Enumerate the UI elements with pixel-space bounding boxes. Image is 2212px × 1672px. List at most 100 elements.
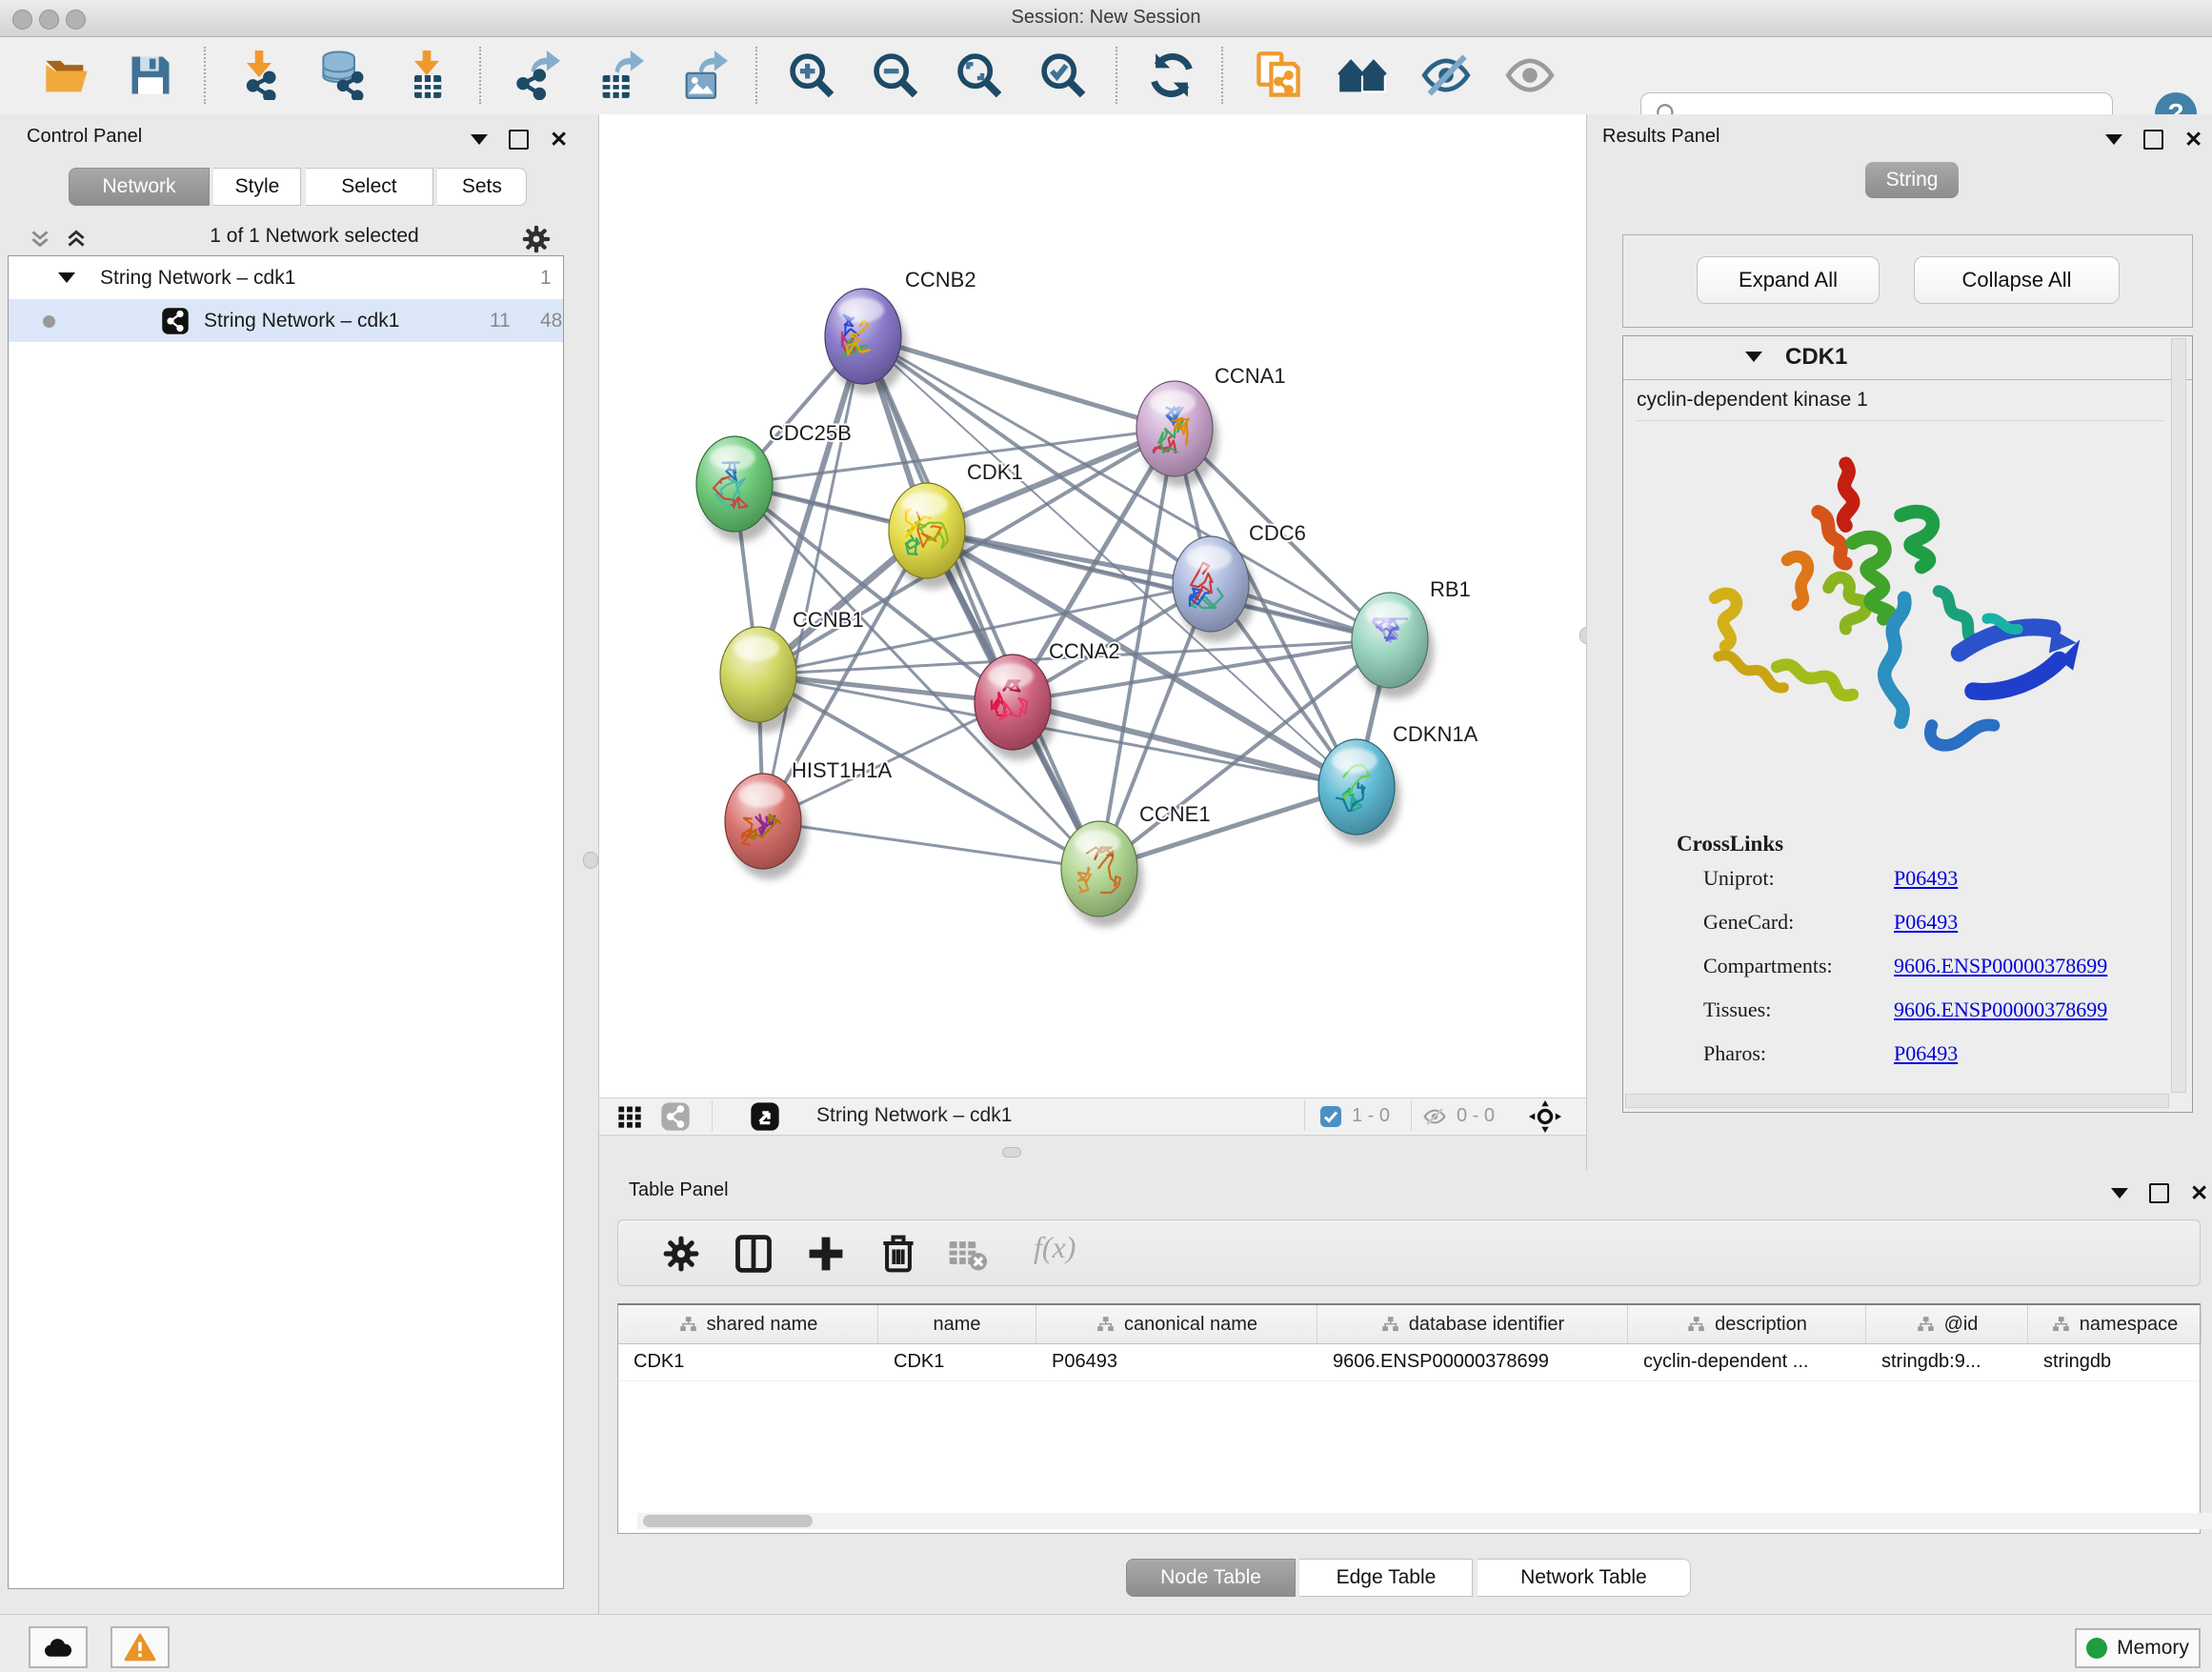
network-list-toolbar: 1 of 1 Network selected (0, 221, 572, 255)
results-horizontal-scrollbar[interactable] (1625, 1094, 2169, 1108)
zoom-in-icon[interactable] (787, 50, 836, 100)
crosslink-label: GeneCard: (1703, 910, 1894, 935)
first-neighbors-icon[interactable] (1337, 50, 1387, 100)
toolbar-separator (479, 47, 481, 104)
column-header-name[interactable]: name (878, 1305, 1036, 1343)
tab-style[interactable]: Style (213, 168, 301, 206)
crosslinks-section: CrossLinks Uniprot:P06493GeneCard:P06493… (1677, 832, 2107, 1085)
import-table-icon[interactable] (402, 50, 452, 100)
tab-network[interactable]: Network (69, 168, 210, 206)
tab-string[interactable]: String (1865, 162, 1959, 198)
table-cell[interactable]: CDK1 (618, 1344, 878, 1380)
node-label-CCNA1: CCNA1 (1215, 364, 1286, 388)
zoom-fit-icon[interactable] (955, 50, 1004, 100)
crosslink-link[interactable]: P06493 (1894, 1041, 1958, 1066)
network-row[interactable]: String Network – cdk1 11 48 (9, 299, 563, 342)
table-cell[interactable]: stringdb (2028, 1344, 2202, 1380)
tab-network-table[interactable]: Network Table (1478, 1559, 1691, 1597)
close-panel-icon[interactable]: ✕ (550, 131, 568, 148)
delete-table-icon[interactable] (946, 1233, 988, 1275)
add-column-icon[interactable] (805, 1233, 847, 1275)
table-cell[interactable]: stringdb:9... (1866, 1344, 2028, 1380)
column-label: @id (1944, 1314, 1979, 1336)
column-header-sharedname[interactable]: shared name (618, 1305, 878, 1343)
network-options-gear-icon[interactable] (520, 223, 553, 255)
float-panel-icon[interactable] (2111, 1188, 2128, 1199)
table-header-row[interactable]: shared namenamecanonical namedatabase id… (618, 1305, 2200, 1344)
import-database-icon[interactable] (318, 50, 368, 100)
crosslinks-title: CrossLinks (1677, 832, 2107, 856)
tab-node-table[interactable]: Node Table (1126, 1559, 1296, 1597)
collapse-section-icon[interactable] (1745, 352, 1762, 362)
collapse-all-button[interactable]: Collapse All (1914, 256, 2120, 304)
collection-expand-icon[interactable] (58, 272, 75, 283)
export-image-icon[interactable] (678, 50, 728, 100)
function-builder-icon[interactable]: f(x) (1034, 1230, 1076, 1265)
crosslink-link[interactable]: P06493 (1894, 910, 1958, 935)
save-session-icon[interactable] (126, 50, 175, 100)
apply-layout-icon[interactable] (1147, 50, 1196, 100)
results-vertical-scrollbar[interactable] (2171, 338, 2186, 1093)
column-header-databaseidentifier[interactable]: database identifier (1317, 1305, 1628, 1343)
memory-button[interactable]: Memory (2075, 1628, 2201, 1668)
close-panel-icon[interactable]: ✕ (2190, 1185, 2208, 1201)
grid-view-icon[interactable] (616, 1103, 643, 1130)
import-network-icon[interactable] (234, 50, 284, 100)
selected-checkbox-icon[interactable] (1319, 1105, 1342, 1128)
birdseye-view-icon[interactable] (1529, 1100, 1561, 1133)
crosslink-link[interactable]: P06493 (1894, 866, 1958, 891)
open-session-icon[interactable] (42, 50, 91, 100)
network-view-statusbar: String Network – cdk1 1 - 0 0 - 0 (599, 1098, 1586, 1136)
table-cell[interactable]: 9606.ENSP00000378699 (1317, 1344, 1628, 1380)
float-panel-icon[interactable] (2105, 134, 2122, 145)
delete-column-icon[interactable] (877, 1233, 919, 1275)
zoom-selected-icon[interactable] (1038, 50, 1088, 100)
maximize-panel-icon[interactable] (2149, 1183, 2169, 1203)
new-network-from-selection-icon[interactable] (1254, 50, 1303, 100)
open-in-new-window-icon[interactable] (750, 1101, 780, 1132)
zoom-out-icon[interactable] (871, 50, 920, 100)
crosslink-link[interactable]: 9606.ENSP00000378699 (1894, 997, 2107, 1022)
expand-all-icon[interactable] (63, 227, 90, 252)
divider-handle[interactable] (1002, 1147, 1021, 1158)
hide-selection-icon[interactable] (1421, 50, 1471, 100)
cloud-icon (42, 1634, 74, 1661)
tab-sets[interactable]: Sets (437, 168, 527, 206)
column-header-canonicalname[interactable]: canonical name (1036, 1305, 1317, 1343)
network-collection-row[interactable]: String Network – cdk1 1 (9, 256, 563, 299)
column-header-namespace[interactable]: namespace (2028, 1305, 2202, 1343)
scrollbar-thumb[interactable] (643, 1515, 813, 1527)
column-header-id[interactable]: @id (1866, 1305, 2028, 1343)
tree-column-icon (1916, 1315, 1936, 1335)
protein-node-CCNE1 (1061, 821, 1143, 927)
crosslink-link[interactable]: 9606.ENSP00000378699 (1894, 954, 2107, 978)
cloud-services-button[interactable] (29, 1626, 88, 1668)
expand-all-button[interactable]: Expand All (1697, 256, 1880, 304)
table-cell[interactable]: CDK1 (878, 1344, 1036, 1380)
column-header-description[interactable]: description (1628, 1305, 1866, 1343)
tab-edge-table[interactable]: Edge Table (1299, 1559, 1473, 1597)
table-horizontal-scrollbar[interactable] (637, 1513, 2212, 1529)
main-toolbar: ? (0, 37, 2212, 115)
warnings-button[interactable] (111, 1626, 170, 1668)
network-canvas[interactable]: CCNB2CCNA1CDC25BCDK1CDC6RB1CCNB1CCNA2CDK… (599, 114, 1586, 1098)
table-cell[interactable]: P06493 (1036, 1344, 1317, 1380)
show-all-icon[interactable] (1505, 50, 1555, 100)
show-columns-icon[interactable] (733, 1233, 774, 1275)
node-section-header[interactable]: CDK1 (1623, 336, 2192, 380)
maximize-panel-icon[interactable] (2143, 130, 2163, 150)
string-network-graph[interactable]: CCNB2CCNA1CDC25BCDK1CDC6RB1CCNB1CCNA2CDK… (599, 114, 1586, 1098)
warning-icon (124, 1633, 156, 1662)
export-table-icon[interactable] (594, 50, 644, 100)
maximize-panel-icon[interactable] (509, 130, 529, 150)
table-options-gear-icon[interactable] (660, 1233, 702, 1275)
close-panel-icon[interactable]: ✕ (2184, 131, 2202, 148)
tab-select[interactable]: Select (306, 168, 433, 206)
table-cell[interactable]: cyclin-dependent ... (1628, 1344, 1866, 1380)
collapse-all-icon[interactable] (27, 227, 53, 252)
network-view-icon[interactable] (660, 1101, 691, 1132)
divider-handle[interactable] (583, 852, 598, 869)
float-panel-icon[interactable] (471, 134, 488, 145)
table-row[interactable]: CDK1CDK1P064939606.ENSP00000378699cyclin… (618, 1344, 2200, 1381)
export-network-icon[interactable] (511, 50, 560, 100)
